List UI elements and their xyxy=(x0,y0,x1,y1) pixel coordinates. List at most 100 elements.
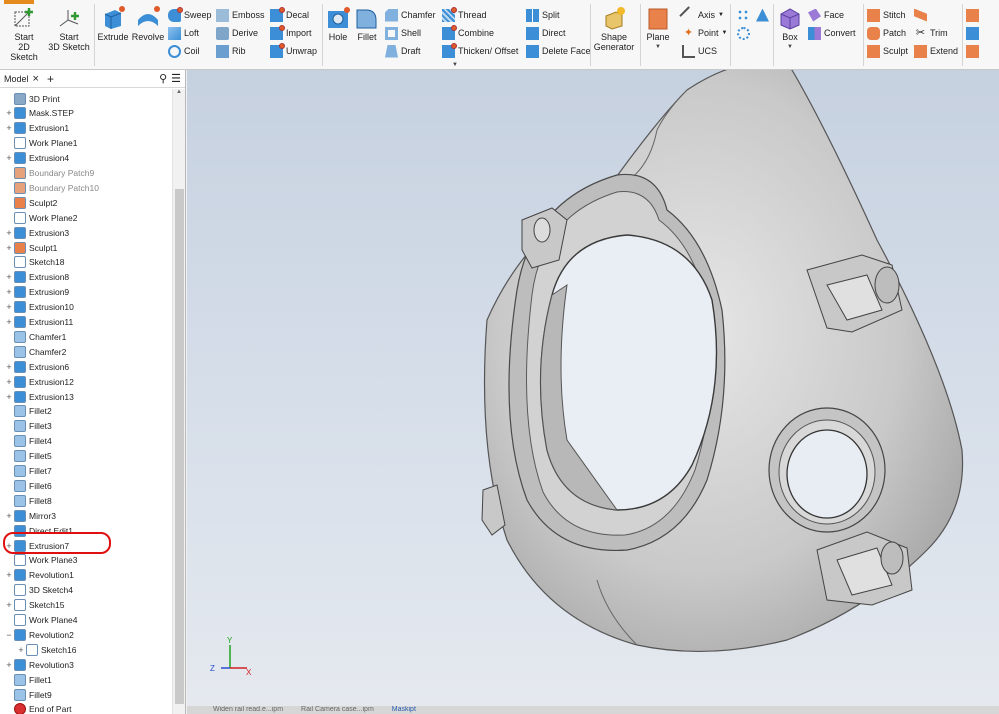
scroll-thumb[interactable] xyxy=(175,189,184,704)
tree-row-extrusion13[interactable]: + Extrusion13 xyxy=(4,389,74,404)
view-triad[interactable]: Y X Z xyxy=(210,636,252,677)
tree-row-chamfer2[interactable]: Chamfer2 xyxy=(4,344,66,359)
loft-button[interactable]: Loft xyxy=(168,25,199,41)
sculpt-button[interactable]: Sculpt xyxy=(867,43,908,59)
scroll-up-icon[interactable]: ▲ xyxy=(173,89,185,95)
tree-row-extrusion9[interactable]: + Extrusion9 xyxy=(4,285,69,300)
graphics-viewport[interactable]: Y X Z xyxy=(187,70,999,706)
box-button[interactable]: Box ▼ xyxy=(776,6,804,52)
delete-face-button[interactable]: Delete Face xyxy=(526,43,591,59)
patch-button[interactable]: Patch xyxy=(867,25,906,41)
tree-row-sketch18[interactable]: Sketch18 xyxy=(4,255,64,270)
tree-row-fillet8[interactable]: Fillet8 xyxy=(4,493,52,508)
emboss-button[interactable]: Emboss xyxy=(216,7,265,23)
tree-row-mask-step[interactable]: + Mask.STEP xyxy=(4,106,74,121)
extend-button[interactable]: Extend xyxy=(914,43,958,59)
freeform-face-button[interactable]: Face xyxy=(808,7,844,23)
mask-model[interactable]: Y X Z xyxy=(187,70,999,706)
add-tab-icon[interactable]: + xyxy=(47,72,54,86)
tree-row-sculpt1[interactable]: + Sculpt1 xyxy=(4,240,57,255)
shell-button[interactable]: Shell xyxy=(385,25,421,41)
tree-row-extrusion11[interactable]: + Extrusion11 xyxy=(4,315,73,330)
expand-toggle-icon[interactable]: + xyxy=(4,660,14,670)
tree-row-extrusion3[interactable]: + Extrusion3 xyxy=(4,225,69,240)
tree-row-work-plane4[interactable]: Work Plane4 xyxy=(4,613,78,628)
fillet-button[interactable]: Fillet xyxy=(353,6,381,42)
tree-row-sculpt2[interactable]: Sculpt2 xyxy=(4,195,57,210)
unwrap-button[interactable]: Unwrap xyxy=(270,42,317,59)
revolve-button[interactable]: Revolve xyxy=(131,6,165,42)
tree-row-chamfer1[interactable]: Chamfer1 xyxy=(4,329,66,344)
expand-toggle-icon[interactable]: − xyxy=(4,630,14,640)
expand-toggle-icon[interactable]: + xyxy=(4,153,14,163)
expand-toggle-icon[interactable]: + xyxy=(4,392,14,402)
decal-button[interactable]: Decal xyxy=(270,6,309,23)
close-tab-icon[interactable]: × xyxy=(33,73,39,85)
plane-button[interactable]: Plane ▼ xyxy=(643,6,673,52)
tree-row-fillet6[interactable]: Fillet6 xyxy=(4,478,52,493)
tree-row-revolution3[interactable]: + Revolution3 xyxy=(4,657,74,672)
lip-button[interactable] xyxy=(966,43,979,59)
tree-row-fillet5[interactable]: Fillet5 xyxy=(4,449,52,464)
tree-row-extrusion6[interactable]: + Extrusion6 xyxy=(4,359,69,374)
document-tab[interactable]: Widen rail read.e...ipm xyxy=(213,706,283,714)
tree-row-work-plane3[interactable]: Work Plane3 xyxy=(4,553,78,568)
derive-button[interactable]: Derive xyxy=(216,25,258,41)
tree-row-work-plane2[interactable]: Work Plane2 xyxy=(4,210,78,225)
expand-toggle-icon[interactable]: + xyxy=(4,287,14,297)
chamfer-button[interactable]: Chamfer xyxy=(385,7,436,23)
expand-toggle-icon[interactable]: + xyxy=(4,108,14,118)
axis-dropdown-icon[interactable]: ▼ xyxy=(718,12,724,18)
combine-button[interactable]: Combine xyxy=(442,24,494,41)
start-3d-sketch-button[interactable]: Start 3D Sketch xyxy=(48,6,90,52)
draft-button[interactable]: Draft xyxy=(385,43,421,59)
tree-row-work-plane1[interactable]: Work Plane1 xyxy=(4,136,78,151)
tree-row-extrusion1[interactable]: + Extrusion1 xyxy=(4,121,69,136)
expand-toggle-icon[interactable]: + xyxy=(4,317,14,327)
tree-row-revolution2[interactable]: − Revolution2 xyxy=(4,627,74,642)
tree-row-boundary-patch10[interactable]: Boundary Patch10 xyxy=(4,180,99,195)
document-tab-active[interactable]: Maskipt xyxy=(392,706,416,714)
box-dropdown-icon[interactable]: ▼ xyxy=(776,42,804,52)
axis-button[interactable]: Axis ▼ xyxy=(679,5,724,25)
import-button[interactable]: Import xyxy=(270,24,312,41)
expand-toggle-icon[interactable]: + xyxy=(16,645,26,655)
expand-toggle-icon[interactable]: + xyxy=(4,123,14,133)
tree-row-fillet9[interactable]: Fillet9 xyxy=(4,687,52,702)
tree-row-sketch15[interactable]: + Sketch15 xyxy=(4,598,64,613)
search-icon[interactable]: ⚲ xyxy=(159,72,167,85)
plane-dropdown-icon[interactable]: ▼ xyxy=(643,42,673,52)
tree-row-mirror3[interactable]: + Mirror3 xyxy=(4,508,56,523)
tree-row-extrusion4[interactable]: + Extrusion4 xyxy=(4,151,69,166)
expand-toggle-icon[interactable]: + xyxy=(4,377,14,387)
menu-icon[interactable]: ☰ xyxy=(171,72,181,85)
point-button[interactable]: ✦ Point ▼ xyxy=(682,25,728,41)
sweep-button[interactable]: Sweep xyxy=(168,6,212,23)
circular-pattern-button[interactable] xyxy=(737,25,750,41)
tree-row-sketch16[interactable]: + Sketch16 xyxy=(16,642,76,657)
tree-row-3d-sketch4[interactable]: 3D Sketch4 xyxy=(4,583,73,598)
model-tab[interactable]: Model xyxy=(4,74,29,84)
stitch-button[interactable]: Stitch xyxy=(867,7,906,23)
expand-toggle-icon[interactable]: + xyxy=(4,570,14,580)
plastic-part-button[interactable] xyxy=(966,7,979,23)
rectangular-pattern-button[interactable] xyxy=(737,7,750,23)
start-2d-sketch-button[interactable]: Start 2D Sketch xyxy=(4,6,44,62)
expand-toggle-icon[interactable]: + xyxy=(4,511,14,521)
thread-button[interactable]: Thread xyxy=(442,6,487,23)
ruled-surface-button[interactable] xyxy=(914,7,927,23)
expand-toggle-icon[interactable]: + xyxy=(4,302,14,312)
expand-toggle-icon[interactable]: + xyxy=(4,228,14,238)
expand-toggle-icon[interactable]: + xyxy=(4,272,14,282)
tree-row-fillet1[interactable]: Fillet1 xyxy=(4,672,52,687)
rib-button[interactable]: Rib xyxy=(216,43,246,59)
split-button[interactable]: Split xyxy=(526,7,560,23)
thicken-offset-button[interactable]: Thicken/ Offset xyxy=(442,42,518,59)
document-tab[interactable]: Rail Camera case...ipm xyxy=(301,706,374,714)
shape-generator-button[interactable]: Shape Generator xyxy=(592,6,636,52)
tree-row-extrusion10[interactable]: + Extrusion10 xyxy=(4,300,74,315)
tree-scrollbar[interactable]: ▲ xyxy=(172,89,185,714)
tree-row-boundary-patch9[interactable]: Boundary Patch9 xyxy=(4,166,94,181)
point-dropdown-icon[interactable]: ▼ xyxy=(722,30,728,36)
tree-row-extrusion8[interactable]: + Extrusion8 xyxy=(4,270,69,285)
